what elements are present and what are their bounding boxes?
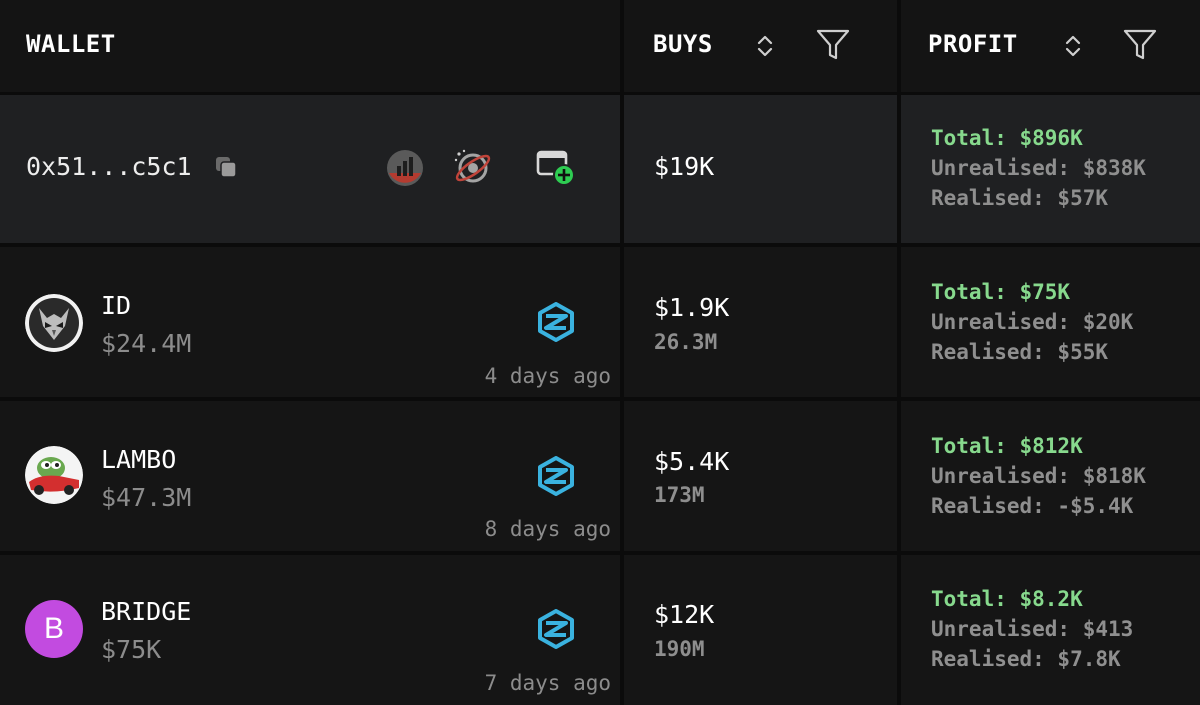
dex-logo-icon[interactable]: [536, 456, 576, 496]
buy-amount: 26.3M: [654, 330, 718, 354]
wallet-address[interactable]: 0x51...c5c1: [26, 152, 192, 181]
chart-logo-icon[interactable]: [386, 149, 424, 187]
wallet-cell: 0x51...c5c1: [0, 95, 620, 243]
dex-logo-icon[interactable]: [536, 609, 576, 649]
filter-funnel-icon[interactable]: [815, 28, 851, 62]
table-row[interactable]: LAMBO $47.3M 8 days ago $5.4K 173M Total…: [0, 401, 1200, 555]
buy-amount: 173M: [654, 483, 705, 507]
profit-realised: Realised: $7.8K: [931, 647, 1121, 671]
pepe-car-avatar-icon: [25, 446, 83, 504]
buys-cell: $12K 190M: [620, 555, 897, 705]
table-header: WALLET BUYS PROFIT: [0, 0, 1200, 95]
profit-realised: Realised: $57K: [931, 186, 1109, 210]
wallet-trades-table: WALLET BUYS PROFIT 0x51...c5c1 $19K Tota…: [0, 0, 1200, 705]
sort-updown-icon[interactable]: [1063, 33, 1083, 59]
header-profit-cell: PROFIT: [897, 0, 1200, 92]
time-ago: 8 days ago: [484, 517, 611, 541]
header-profit-label: PROFIT: [928, 30, 1018, 58]
planet-icon[interactable]: [453, 148, 493, 186]
header-wallet-label: WALLET: [26, 30, 116, 58]
token-market-cap: $47.3M: [101, 483, 192, 512]
profit-total: Total: $8.2K: [931, 587, 1083, 611]
buys-cell: $1.9K 26.3M: [620, 247, 897, 397]
profit-realised: Realised: -$5.4K: [931, 494, 1134, 518]
token-cell: LAMBO $47.3M 8 days ago: [0, 401, 620, 551]
buy-usd: $5.4K: [654, 447, 730, 476]
token-cell: ID $24.4M 4 days ago: [0, 247, 620, 397]
header-buys-label: BUYS: [653, 30, 713, 58]
profit-total: Total: $896K: [931, 126, 1083, 150]
profit-unrealised: Unrealised: $838K: [931, 156, 1146, 180]
profit-realised: Realised: $55K: [931, 340, 1109, 364]
table-row[interactable]: ID $24.4M 4 days ago $1.9K 26.3M Total: …: [0, 247, 1200, 401]
buys-cell: $5.4K 173M: [620, 401, 897, 551]
buy-amount: 190M: [654, 637, 705, 661]
letter-avatar: B: [25, 600, 83, 658]
token-name[interactable]: ID: [101, 291, 131, 320]
table-row[interactable]: B BRIDGE $75K 7 days ago $12K 190M Total…: [0, 555, 1200, 705]
dex-logo-icon[interactable]: [536, 302, 576, 342]
token-market-cap: $24.4M: [101, 329, 192, 358]
time-ago: 4 days ago: [484, 364, 611, 388]
buy-usd: $12K: [654, 600, 715, 629]
wallet-buys-value: $19K: [654, 152, 715, 181]
profit-cell: Total: $75K Unrealised: $20K Realised: $…: [897, 247, 1200, 397]
profit-total: Total: $75K: [931, 280, 1071, 304]
sort-updown-icon[interactable]: [755, 33, 775, 59]
filter-funnel-icon[interactable]: [1122, 28, 1158, 62]
wallet-profit-cell: Total: $896K Unrealised: $838K Realised:…: [897, 95, 1200, 243]
profit-unrealised: Unrealised: $413: [931, 617, 1134, 641]
buy-usd: $1.9K: [654, 293, 730, 322]
token-cell: B BRIDGE $75K 7 days ago: [0, 555, 620, 705]
profit-total: Total: $812K: [931, 434, 1083, 458]
add-wallet-icon[interactable]: [536, 149, 576, 187]
header-buys-cell: BUYS: [620, 0, 897, 92]
token-name[interactable]: BRIDGE: [101, 597, 191, 626]
header-wallet-cell: WALLET: [0, 0, 620, 92]
profit-unrealised: Unrealised: $818K: [931, 464, 1146, 488]
token-name[interactable]: LAMBO: [101, 445, 176, 474]
profit-cell: Total: $812K Unrealised: $818K Realised:…: [897, 401, 1200, 551]
wallet-summary-row: 0x51...c5c1 $19K Total: $896K Unrealised…: [0, 95, 1200, 247]
token-market-cap: $75K: [101, 635, 162, 664]
time-ago: 7 days ago: [484, 671, 611, 695]
wallet-buys-cell: $19K: [620, 95, 897, 243]
owl-avatar-icon: [25, 294, 83, 352]
profit-cell: Total: $8.2K Unrealised: $413 Realised: …: [897, 555, 1200, 705]
copy-icon[interactable]: [214, 155, 238, 179]
profit-unrealised: Unrealised: $20K: [931, 310, 1134, 334]
